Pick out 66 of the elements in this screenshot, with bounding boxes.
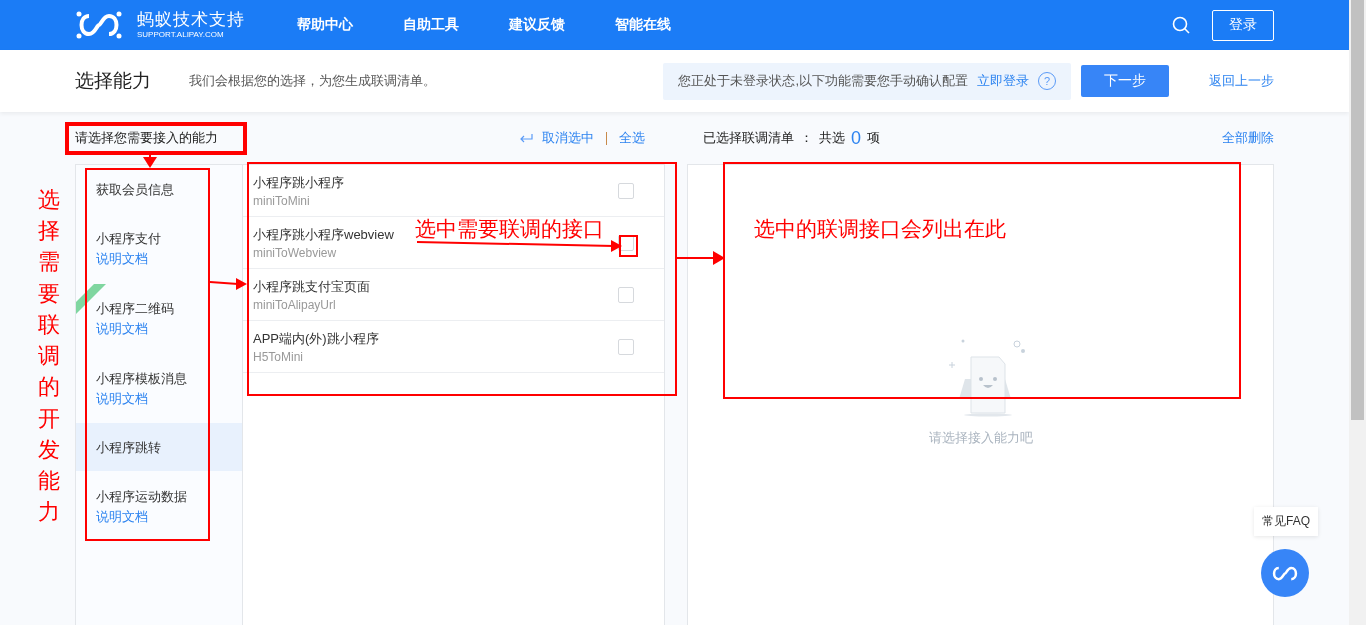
login-link[interactable]: 立即登录: [977, 72, 1029, 90]
category-name: 小程序二维码: [96, 299, 175, 317]
scrollbar-thumb[interactable]: [1351, 0, 1364, 420]
logo-subtitle: SUPPORT.ALIPAY.COM: [137, 31, 225, 39]
section-heading: 请选择您需要接入的能力: [75, 129, 218, 147]
interface-title: 小程序跳小程序: [253, 173, 344, 192]
category-item[interactable]: 小程序二维码 说明文档: [76, 283, 242, 353]
delete-all-link[interactable]: 全部删除: [1222, 129, 1274, 147]
login-button[interactable]: 登录: [1212, 9, 1274, 41]
select-all-link[interactable]: 全选: [619, 129, 645, 147]
page-title: 选择能力: [75, 69, 151, 93]
interface-row[interactable]: 小程序跳小程序 miniToMini: [243, 165, 664, 217]
category-item[interactable]: 小程序模板消息 说明文档: [76, 353, 242, 423]
checkbox[interactable]: [618, 338, 634, 355]
category-item[interactable]: 获取会员信息: [76, 165, 242, 213]
category-item[interactable]: 小程序支付 说明文档: [76, 213, 242, 283]
category-item[interactable]: 小程序运动数据 说明文档: [76, 471, 242, 541]
category-name: 小程序支付: [96, 229, 162, 247]
annotation-text: 选择需要联调的开发能力: [38, 186, 60, 527]
interface-code: miniToAlipayUrl: [253, 297, 336, 312]
interface-code: miniToWebview: [253, 245, 337, 260]
category-name: 获取会员信息: [96, 180, 175, 198]
search-icon[interactable]: [1172, 16, 1190, 34]
nav-link[interactable]: 建议反馈: [509, 16, 565, 34]
empty-state-text: 请选择接入能力吧: [928, 429, 1033, 447]
category-name: 小程序模板消息: [96, 369, 188, 387]
scrollbar[interactable]: [1349, 0, 1366, 625]
colon-text: ：: [800, 129, 813, 147]
doc-link[interactable]: 说明文档: [96, 507, 242, 525]
doc-link[interactable]: 说明文档: [96, 389, 242, 407]
doc-link[interactable]: 说明文档: [96, 249, 242, 267]
category-name: 小程序运动数据: [96, 487, 188, 505]
back-link[interactable]: 返回上一步: [1209, 72, 1274, 90]
interface-title: 小程序跳支付宝页面: [253, 277, 370, 296]
next-step-button[interactable]: 下一步: [1081, 65, 1169, 97]
page-description: 我们会根据您的选择，为您生成联调清单。: [189, 72, 437, 90]
annotation-arrow: [143, 154, 157, 168]
annotation-text: 选中需要联调的接口: [415, 219, 604, 240]
cancel-selection-link[interactable]: 取消选中: [542, 129, 594, 147]
total-suffix: 项: [867, 129, 880, 147]
selected-list-label: 已选择联调清单: [703, 129, 794, 147]
undo-icon[interactable]: [519, 133, 533, 143]
interface-code: H5ToMini: [253, 349, 303, 364]
interface-title: 小程序跳小程序webview: [253, 225, 394, 244]
checkbox[interactable]: [618, 182, 634, 199]
doc-link[interactable]: 说明文档: [96, 319, 242, 337]
interface-row[interactable]: 小程序跳支付宝页面 miniToAlipayUrl: [243, 269, 664, 321]
logo-icon: [75, 10, 123, 40]
faq-button[interactable]: [1261, 549, 1309, 597]
annotation-arrow: [209, 278, 247, 290]
interface-row[interactable]: APP端内(外)跳小程序 H5ToMini: [243, 321, 664, 373]
selected-count: 0: [851, 129, 861, 147]
faq-tooltip: 常见FAQ: [1254, 507, 1318, 536]
nav-link[interactable]: 智能在线: [615, 16, 671, 34]
category-item[interactable]: 小程序跳转: [76, 423, 242, 471]
notice-text: 您正处于未登录状态,以下功能需要您手动确认配置: [678, 72, 968, 90]
total-prefix: 共选: [819, 129, 845, 147]
nav-link[interactable]: 自助工具: [403, 16, 459, 34]
nav-link[interactable]: 帮助中心: [297, 16, 353, 34]
interface-title: APP端内(外)跳小程序: [253, 329, 379, 348]
category-name: 小程序跳转: [96, 438, 162, 456]
annotation-arrow: [676, 251, 725, 265]
checkbox[interactable]: [618, 286, 634, 303]
logo-title: 蚂蚁技术支持: [137, 11, 245, 28]
interface-code: miniToMini: [253, 193, 310, 208]
annotation-text: 选中的联调接口会列出在此: [754, 219, 1006, 240]
